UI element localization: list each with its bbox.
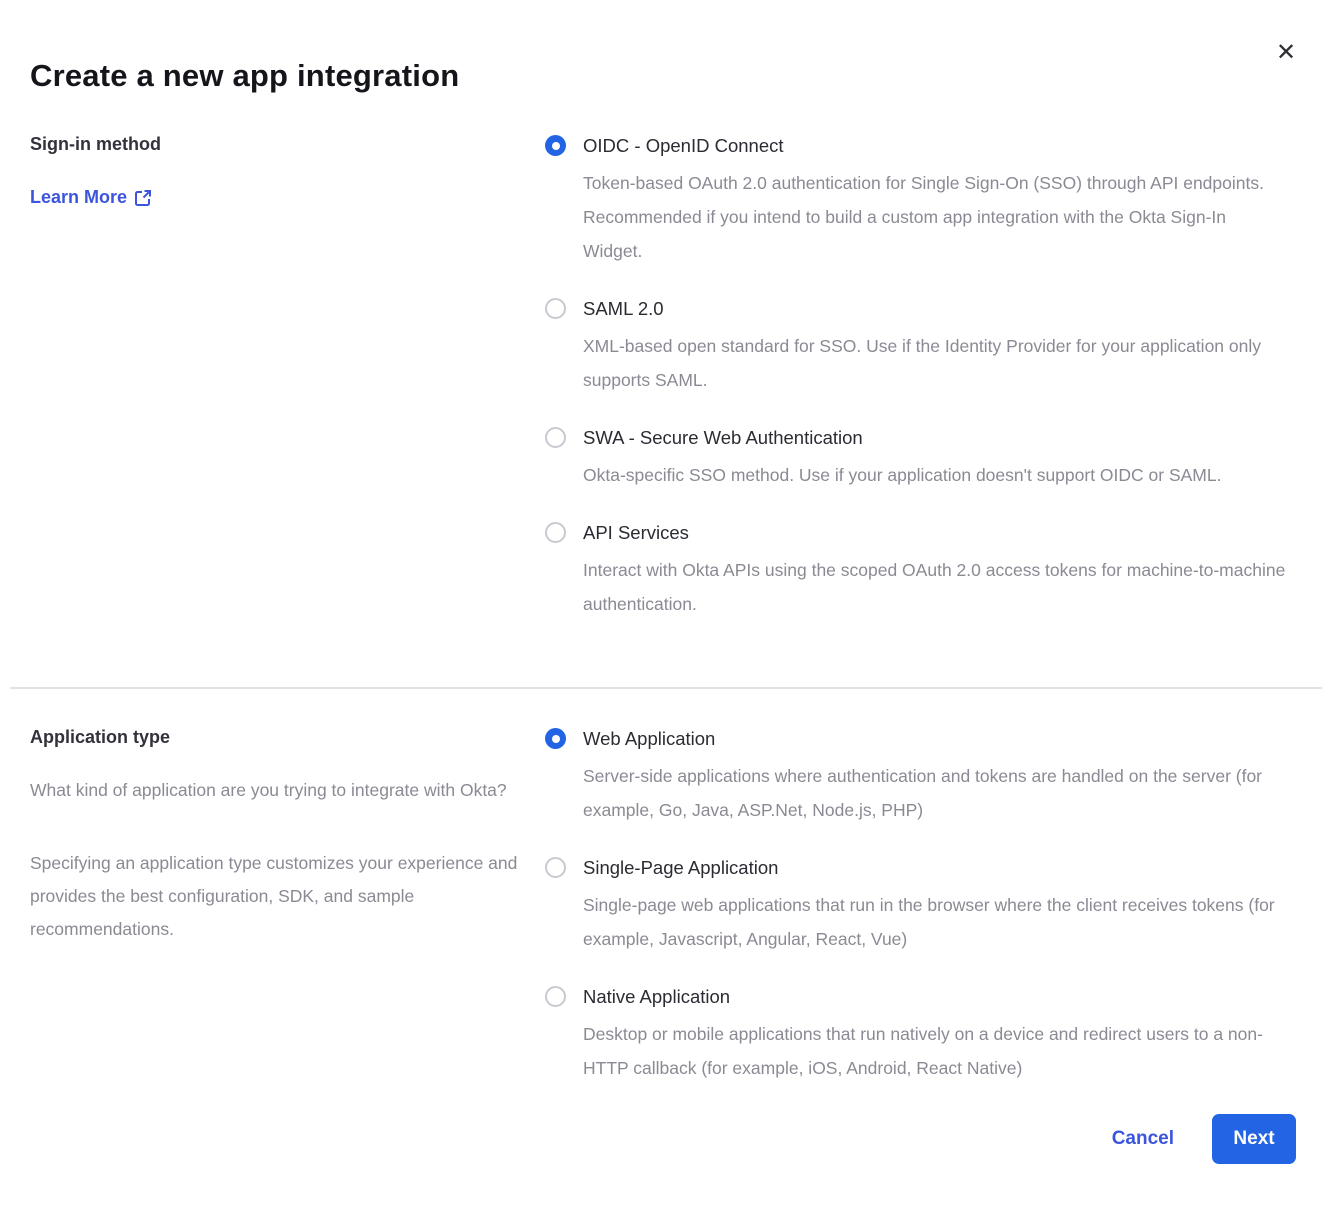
cancel-button[interactable]: Cancel	[1112, 1128, 1174, 1150]
create-app-integration-dialog: ✕ Create a new app integration Sign-in m…	[0, 0, 1332, 1210]
dialog-footer: Cancel Next	[1112, 1114, 1296, 1164]
next-button[interactable]: Next	[1212, 1114, 1296, 1164]
radio-label-saml[interactable]: SAML 2.0	[583, 297, 1290, 321]
radio-option-oidc[interactable]: OIDC - OpenID Connect Token-based OAuth …	[545, 134, 1290, 268]
application-type-explanation: Specifying an application type customize…	[30, 847, 525, 946]
radio-description-single-page-application: Single-page web applications that run in…	[583, 888, 1290, 956]
close-icon[interactable]: ✕	[1272, 38, 1300, 66]
radio-button-web-application[interactable]	[545, 728, 566, 749]
page-title: Create a new app integration	[0, 0, 1332, 94]
radio-option-saml[interactable]: SAML 2.0 XML-based open standard for SSO…	[545, 297, 1290, 397]
radio-description-api-services: Interact with Okta APIs using the scoped…	[583, 553, 1290, 621]
application-type-section: Application type What kind of applicatio…	[0, 727, 1332, 1085]
radio-dot	[552, 735, 560, 743]
radio-description-oidc: Token-based OAuth 2.0 authentication for…	[583, 166, 1290, 268]
signin-method-label: Sign-in method	[30, 134, 525, 155]
radio-button-saml[interactable]	[545, 298, 566, 319]
application-type-label: Application type	[30, 727, 525, 748]
radio-button-native-application[interactable]	[545, 986, 566, 1007]
section-divider	[10, 687, 1322, 689]
signin-method-left-column: Sign-in method Learn More	[30, 134, 545, 621]
radio-label-oidc[interactable]: OIDC - OpenID Connect	[583, 134, 1290, 158]
radio-label-single-page-application[interactable]: Single-Page Application	[583, 856, 1290, 880]
radio-option-api-services[interactable]: API Services Interact with Okta APIs usi…	[545, 521, 1290, 621]
radio-label-api-services[interactable]: API Services	[583, 521, 1290, 545]
radio-label-native-application[interactable]: Native Application	[583, 985, 1290, 1009]
radio-option-swa[interactable]: SWA - Secure Web Authentication Okta-spe…	[545, 426, 1290, 492]
radio-description-saml: XML-based open standard for SSO. Use if …	[583, 329, 1290, 397]
radio-option-single-page-application[interactable]: Single-Page Application Single-page web …	[545, 856, 1290, 956]
radio-description-swa: Okta-specific SSO method. Use if your ap…	[583, 458, 1290, 492]
learn-more-link[interactable]: Learn More	[30, 187, 152, 208]
external-link-icon	[135, 189, 152, 206]
radio-button-api-services[interactable]	[545, 522, 566, 543]
radio-button-single-page-application[interactable]	[545, 857, 566, 878]
radio-option-web-application[interactable]: Web Application Server-side applications…	[545, 727, 1290, 827]
radio-description-native-application: Desktop or mobile applications that run …	[583, 1017, 1290, 1085]
application-type-question: What kind of application are you trying …	[30, 774, 525, 807]
application-type-options: Web Application Server-side applications…	[545, 727, 1290, 1085]
radio-button-oidc[interactable]	[545, 135, 566, 156]
application-type-left-column: Application type What kind of applicatio…	[30, 727, 545, 1085]
radio-label-web-application[interactable]: Web Application	[583, 727, 1290, 751]
signin-method-section: Sign-in method Learn More OIDC - OpenID …	[0, 134, 1332, 621]
radio-button-swa[interactable]	[545, 427, 566, 448]
radio-option-native-application[interactable]: Native Application Desktop or mobile app…	[545, 985, 1290, 1085]
radio-label-swa[interactable]: SWA - Secure Web Authentication	[583, 426, 1290, 450]
radio-dot	[552, 142, 560, 150]
learn-more-label: Learn More	[30, 187, 127, 208]
signin-method-options: OIDC - OpenID Connect Token-based OAuth …	[545, 134, 1290, 621]
radio-description-web-application: Server-side applications where authentic…	[583, 759, 1290, 827]
